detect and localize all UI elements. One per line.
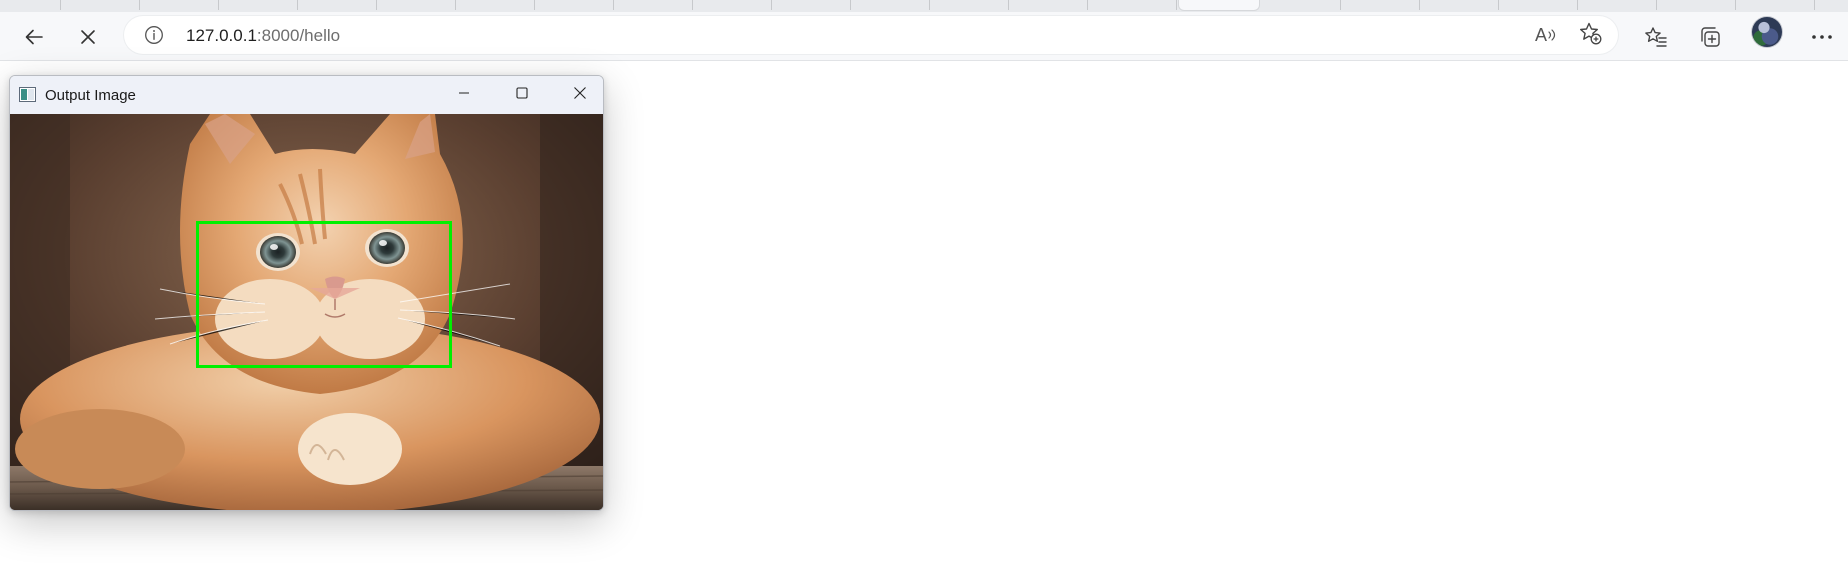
browser-toolbar: 127.0.0.1:8000/hello A [0, 12, 1848, 61]
browser-tab[interactable] [930, 0, 1009, 10]
collections-icon [1698, 25, 1722, 49]
minimize-icon [458, 86, 470, 104]
tab-strip [0, 0, 1848, 12]
more-menu-button[interactable] [1802, 20, 1842, 54]
browser-tab-active[interactable] [1178, 0, 1260, 11]
detection-box [196, 221, 452, 368]
window-title: Output Image [45, 87, 136, 104]
add-favorite-button[interactable] [1576, 21, 1604, 50]
read-aloud-icon: A [1535, 25, 1557, 46]
browser-tab[interactable] [1420, 0, 1499, 10]
close-button[interactable] [551, 76, 603, 114]
star-plus-icon [1578, 21, 1602, 50]
browser-tab[interactable] [1009, 0, 1088, 10]
browser-tab[interactable] [614, 0, 693, 10]
browser-tab[interactable] [377, 0, 456, 10]
read-aloud-button[interactable]: A [1532, 23, 1560, 47]
browser-tab[interactable] [1657, 0, 1736, 10]
maximize-button[interactable] [493, 76, 551, 114]
read-aloud-glyph: A [1534, 24, 1547, 45]
browser-tab[interactable] [772, 0, 851, 10]
collections-button[interactable] [1690, 20, 1730, 54]
browser-tab[interactable] [456, 0, 535, 10]
favorites-button[interactable] [1636, 20, 1676, 54]
browser-tab[interactable] [1262, 0, 1341, 10]
browser-tab[interactable] [851, 0, 930, 10]
browser-tab[interactable] [1736, 0, 1815, 10]
url-text[interactable]: 127.0.0.1:8000/hello [186, 26, 340, 46]
output-image [10, 114, 603, 510]
browser-tab[interactable] [1341, 0, 1420, 10]
more-dots-icon [1811, 34, 1833, 40]
avatar[interactable] [1752, 17, 1782, 47]
maximize-icon [516, 86, 528, 104]
url-path: :8000/hello [256, 26, 341, 45]
browser-tab[interactable] [1499, 0, 1578, 10]
back-button[interactable] [14, 20, 54, 54]
browser-tab[interactable] [0, 0, 61, 10]
window-titlebar[interactable]: Output Image [10, 76, 603, 114]
minimize-button[interactable] [435, 76, 493, 114]
browser-tab[interactable] [61, 0, 140, 10]
info-icon[interactable] [144, 25, 164, 45]
browser-tab[interactable] [298, 0, 377, 10]
browser-tab[interactable] [140, 0, 219, 10]
browser-tab[interactable] [693, 0, 772, 10]
app-window-icon [19, 87, 36, 102]
url-host: 127.0.0.1 [186, 26, 257, 45]
browser-tab[interactable] [535, 0, 614, 10]
close-icon [573, 86, 587, 105]
stop-loading-button[interactable] [68, 20, 108, 54]
browser-tab[interactable] [219, 0, 298, 10]
browser-tab[interactable] [1578, 0, 1657, 10]
output-image-window[interactable]: Output Image [9, 75, 604, 511]
browser-tab[interactable] [1088, 0, 1177, 10]
arrow-left-icon [23, 26, 45, 48]
favorites-list-icon [1644, 25, 1668, 49]
address-bar[interactable]: 127.0.0.1:8000/hello A [124, 16, 1618, 54]
close-icon [79, 28, 97, 46]
